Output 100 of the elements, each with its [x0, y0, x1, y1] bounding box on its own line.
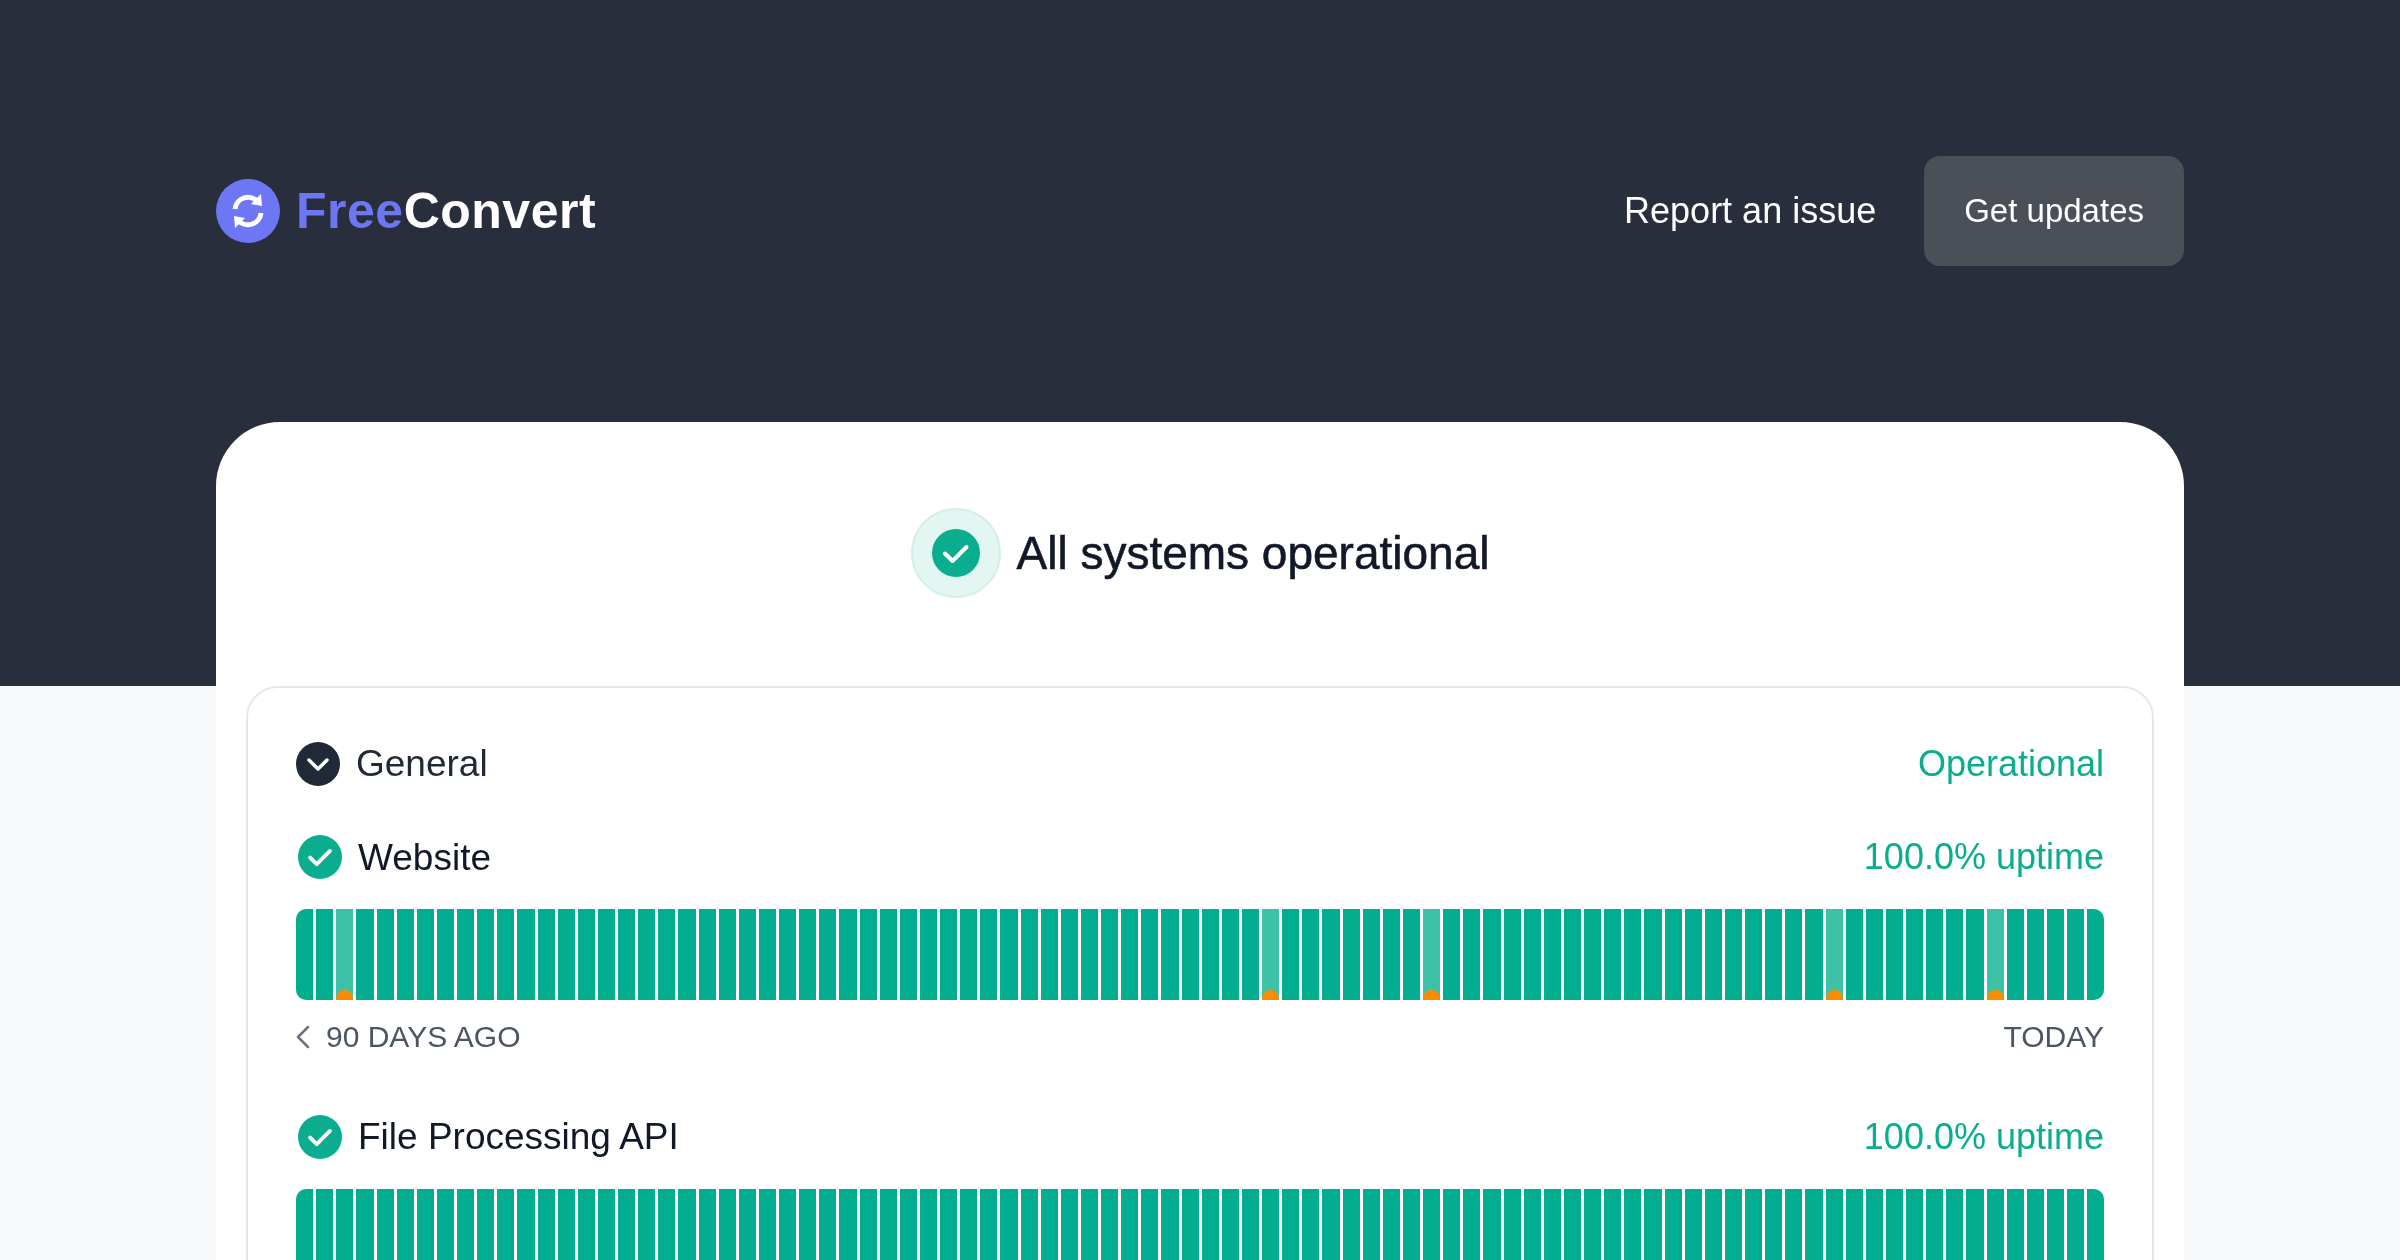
uptime-bar[interactable]	[1845, 1188, 1863, 1260]
uptime-bar[interactable]	[1080, 909, 1098, 1000]
uptime-bar[interactable]	[557, 909, 575, 1000]
uptime-bar[interactable]	[1503, 909, 1521, 1000]
uptime-bar[interactable]	[1865, 1188, 1883, 1260]
uptime-bar[interactable]	[396, 1188, 414, 1260]
uptime-bar[interactable]	[1825, 1188, 1843, 1260]
uptime-bar[interactable]	[859, 1188, 877, 1260]
uptime-bar[interactable]	[758, 909, 776, 1000]
uptime-bar[interactable]	[316, 1188, 334, 1260]
uptime-bar[interactable]	[1362, 1188, 1380, 1260]
uptime-bar[interactable]	[376, 909, 394, 1000]
uptime-bar[interactable]	[2006, 909, 2024, 1000]
uptime-bar[interactable]	[1101, 1188, 1119, 1260]
uptime-bar[interactable]	[537, 1188, 555, 1260]
uptime-bar[interactable]	[1121, 1188, 1139, 1260]
uptime-bar[interactable]	[738, 1188, 756, 1260]
uptime-bar[interactable]	[940, 909, 958, 1000]
uptime-bar[interactable]	[1624, 1188, 1642, 1260]
uptime-bar[interactable]	[799, 1188, 817, 1260]
uptime-bar[interactable]	[2046, 909, 2064, 1000]
uptime-bar[interactable]	[1946, 909, 1964, 1000]
uptime-bar[interactable]	[1563, 1188, 1581, 1260]
uptime-bar[interactable]	[980, 1188, 998, 1260]
uptime-bar[interactable]	[1684, 1188, 1702, 1260]
uptime-bar[interactable]	[1785, 1188, 1803, 1260]
uptime-bar[interactable]	[1141, 909, 1159, 1000]
uptime-bar[interactable]	[2006, 1188, 2024, 1260]
uptime-bar[interactable]	[1503, 1188, 1521, 1260]
uptime-bar[interactable]	[1282, 909, 1300, 1000]
uptime-bar[interactable]	[1201, 909, 1219, 1000]
uptime-bar[interactable]	[1121, 909, 1139, 1000]
uptime-bar[interactable]	[1302, 909, 1320, 1000]
uptime-bar[interactable]	[477, 1188, 495, 1260]
uptime-bar[interactable]	[597, 909, 615, 1000]
uptime-bar[interactable]	[316, 909, 334, 1000]
logo-icon[interactable]	[216, 179, 280, 243]
uptime-bar[interactable]	[1463, 1188, 1481, 1260]
uptime-bar[interactable]	[2087, 909, 2105, 1000]
uptime-bar[interactable]	[1986, 1188, 2004, 1260]
uptime-bar[interactable]	[819, 909, 837, 1000]
uptime-bar[interactable]	[537, 909, 555, 1000]
uptime-bar[interactable]	[1745, 1188, 1763, 1260]
uptime-bar[interactable]	[1765, 909, 1783, 1000]
uptime-bar[interactable]	[1221, 1188, 1239, 1260]
uptime-bar[interactable]	[1906, 909, 1924, 1000]
uptime-bar[interactable]	[296, 1188, 314, 1260]
uptime-bar[interactable]	[1302, 1188, 1320, 1260]
uptime-bar[interactable]	[416, 1188, 434, 1260]
uptime-bar[interactable]	[618, 1188, 636, 1260]
uptime-bar[interactable]	[376, 1188, 394, 1260]
uptime-bar[interactable]	[1342, 909, 1360, 1000]
uptime-bar[interactable]	[1463, 909, 1481, 1000]
uptime-bar[interactable]	[618, 909, 636, 1000]
uptime-bar[interactable]	[1724, 1188, 1742, 1260]
uptime-bar[interactable]	[1060, 1188, 1078, 1260]
uptime-bar[interactable]	[457, 909, 475, 1000]
uptime-bar[interactable]	[638, 1188, 656, 1260]
uptime-bar[interactable]	[1604, 909, 1622, 1000]
uptime-bar[interactable]	[1825, 909, 1843, 1000]
uptime-bar[interactable]	[1262, 1188, 1280, 1260]
uptime-bar[interactable]	[577, 1188, 595, 1260]
uptime-bar[interactable]	[779, 909, 797, 1000]
uptime-bar[interactable]	[1060, 909, 1078, 1000]
uptime-bar[interactable]	[1664, 909, 1682, 1000]
uptime-bar[interactable]	[980, 909, 998, 1000]
uptime-bar[interactable]	[1221, 909, 1239, 1000]
uptime-bar[interactable]	[940, 1188, 958, 1260]
uptime-bar[interactable]	[1624, 909, 1642, 1000]
uptime-bar[interactable]	[477, 909, 495, 1000]
uptime-bar[interactable]	[2046, 1188, 2064, 1260]
uptime-bar[interactable]	[658, 1188, 676, 1260]
uptime-bar[interactable]	[336, 1188, 354, 1260]
uptime-bar[interactable]	[879, 909, 897, 1000]
uptime-bar[interactable]	[1986, 909, 2004, 1000]
uptime-bar[interactable]	[1101, 909, 1119, 1000]
uptime-bar[interactable]	[1040, 1188, 1058, 1260]
uptime-bar[interactable]	[1885, 1188, 1903, 1260]
uptime-bar[interactable]	[718, 909, 736, 1000]
uptime-bar[interactable]	[1664, 1188, 1682, 1260]
uptime-bar[interactable]	[296, 909, 314, 1000]
uptime-bar[interactable]	[1040, 909, 1058, 1000]
uptime-bar[interactable]	[899, 1188, 917, 1260]
uptime-bar[interactable]	[919, 1188, 937, 1260]
uptime-bar[interactable]	[1845, 909, 1863, 1000]
uptime-bar[interactable]	[1704, 1188, 1722, 1260]
uptime-bar[interactable]	[436, 909, 454, 1000]
uptime-bar[interactable]	[1926, 909, 1944, 1000]
logo-text[interactable]: FreeConvert	[296, 173, 597, 249]
uptime-bar[interactable]	[1523, 1188, 1541, 1260]
group-name[interactable]: General	[356, 736, 488, 792]
uptime-bar[interactable]	[1241, 1188, 1259, 1260]
uptime-bar[interactable]	[1402, 1188, 1420, 1260]
uptime-bar[interactable]	[1584, 1188, 1602, 1260]
uptime-bar[interactable]	[819, 1188, 837, 1260]
uptime-bar[interactable]	[1704, 909, 1722, 1000]
uptime-bar[interactable]	[1563, 909, 1581, 1000]
uptime-bar[interactable]	[1906, 1188, 1924, 1260]
uptime-bar[interactable]	[2067, 1188, 2085, 1260]
uptime-bar[interactable]	[638, 909, 656, 1000]
